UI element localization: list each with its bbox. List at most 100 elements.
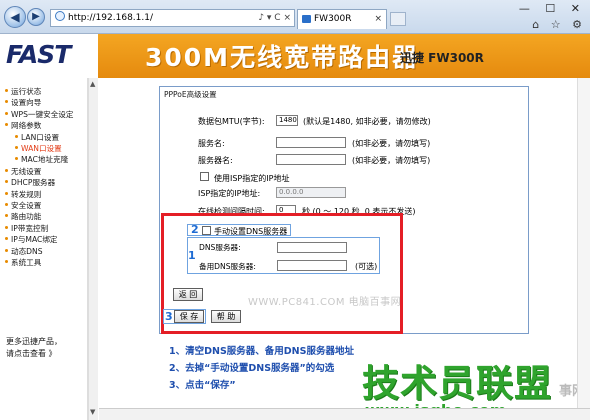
menu-list: 运行状态设置向导 WPS一键安全设定 网络参数 LAN口设置 WAN口设置 MAC地址克隆… xyxy=(0,78,87,269)
sidebar-menu: 运行状态设置向导 WPS一键安全设定 网络参数 LAN口设置 WAN口设置 MAC地址克隆… xyxy=(0,78,88,420)
mtu-input[interactable]: 1480 xyxy=(276,115,298,126)
alt-dns-input[interactable] xyxy=(277,260,347,271)
sidebar-item[interactable]: 路由功能 xyxy=(5,211,87,222)
address-tools-icons[interactable]: ♪ ▾ C × xyxy=(258,10,291,26)
bullet-icon xyxy=(15,157,18,161)
sidebar-scrollbar[interactable]: ▲ ▼ xyxy=(88,78,98,420)
fast-logo: FAST xyxy=(6,40,71,69)
sidebar-item[interactable]: 系统工具 xyxy=(5,257,87,268)
logo-area: FAST xyxy=(0,34,98,78)
more-line-1: 更多迅捷产品， xyxy=(6,337,62,346)
sidebar-item-label: 动态DNS xyxy=(11,246,43,256)
main-content: PPPoE高级设置 数据包MTU(字节): 1480 (默认是1480, 如非必… xyxy=(99,78,590,420)
tab-close-icon[interactable]: × xyxy=(374,10,382,28)
save-button[interactable]: 保 存 xyxy=(174,310,204,323)
sidebar-item-label: 无线设置 xyxy=(11,166,42,176)
bullet-icon xyxy=(5,203,8,207)
use-isp-ip-label: 使用ISP指定的IP地址 xyxy=(214,174,290,183)
bullet-icon xyxy=(15,134,18,138)
content-scrollbar[interactable] xyxy=(577,78,590,408)
browser-toolbar: ◀ ▶ http://192.168.1.1/ ♪ ▾ C × FW300R ×… xyxy=(0,0,590,34)
manual-dns-label: 手动设置DNS服务器 xyxy=(214,227,288,236)
sidebar-item-label: 网络参数 xyxy=(11,121,42,131)
bullet-icon xyxy=(5,89,8,92)
bullet-icon xyxy=(5,111,8,115)
new-tab-button[interactable] xyxy=(390,12,406,26)
panel-title: PPPoE高级设置 xyxy=(164,90,217,99)
bullet-icon xyxy=(15,146,18,150)
instruction-steps: 1、清空DNS服务器、备用DNS服务器地址 2、去掉“手动设置DNS服务器”的勾… xyxy=(169,343,354,394)
tab-favicon-icon xyxy=(302,15,311,23)
bullet-icon xyxy=(5,168,8,172)
address-bar[interactable]: http://192.168.1.1/ ♪ ▾ C × xyxy=(50,9,295,27)
sidebar-item[interactable]: WPS一键安全设定 xyxy=(5,109,87,120)
window-controls[interactable]: — ☐ ✕ xyxy=(519,2,586,15)
router-banner: FAST 300M无线宽带路由器 迅捷 FW300R xyxy=(0,34,590,78)
sidebar-item-label: LAN口设置 xyxy=(21,132,60,142)
sidebar-item[interactable]: 转发规则 xyxy=(5,189,87,200)
horizontal-scrollbar[interactable] xyxy=(99,408,590,420)
bullet-icon xyxy=(5,180,8,184)
sidebar-item[interactable]: 动态DNS xyxy=(5,246,87,257)
more-products-link[interactable]: 更多迅捷产品， 请点击查看 》 xyxy=(6,336,62,360)
bullet-icon xyxy=(5,100,8,104)
bullet-icon xyxy=(5,260,8,264)
mtu-hint: (默认是1480, 如非必要，请勿修改) xyxy=(303,117,431,126)
browser-tab[interactable]: FW300R × xyxy=(297,9,387,29)
sidebar-item-label: IP带宽控制 xyxy=(11,223,49,233)
help-button[interactable]: 帮 助 xyxy=(211,310,241,323)
step-2-text: 2、去掉“手动设置DNS服务器”的勾选 xyxy=(169,363,335,374)
sidebar-item-label: WAN口设置 xyxy=(21,144,62,154)
sidebar-item[interactable]: WAN口设置 xyxy=(5,143,87,154)
sidebar-item-label: DHCP服务器 xyxy=(11,178,56,188)
manual-dns-checkbox[interactable] xyxy=(202,226,211,235)
isp-ip-input[interactable]: 0.0.0.0 xyxy=(276,187,346,198)
sidebar-item-label: 转发规则 xyxy=(11,189,42,199)
use-isp-ip-checkbox[interactable] xyxy=(200,172,209,181)
service-name-hint: (如非必要，请勿填写) xyxy=(352,139,431,148)
sidebar-item-label: 路由功能 xyxy=(11,212,42,222)
jsgho-watermark: 技术员联盟 xyxy=(362,362,552,405)
bullet-icon xyxy=(5,214,8,218)
sidebar-item-label: IP与MAC绑定 xyxy=(11,235,58,245)
forward-button[interactable]: ▶ xyxy=(27,8,45,26)
step-badge-3: 3 xyxy=(165,310,173,323)
step-badge-2: 2 xyxy=(191,223,199,236)
dns-label: DNS服务器: xyxy=(199,243,241,252)
server-name-input[interactable] xyxy=(276,154,346,165)
sidebar-item[interactable]: 网络参数 xyxy=(5,120,87,131)
service-name-input[interactable] xyxy=(276,137,346,148)
sidebar-item[interactable]: DHCP服务器 xyxy=(5,177,87,188)
mtu-label: 数据包MTU(字节): xyxy=(198,117,265,126)
sidebar-item[interactable]: 运行状态 xyxy=(5,86,87,97)
service-name-label: 服务名: xyxy=(198,139,225,148)
bullet-icon xyxy=(5,225,8,229)
scroll-up-icon[interactable]: ▲ xyxy=(90,80,95,88)
sidebar-item-label: WPS一键安全设定 xyxy=(11,109,74,119)
step-badge-1: 1 xyxy=(188,249,196,262)
home-favorites-settings-icons[interactable]: ⌂ ☆ ⚙ xyxy=(532,18,586,31)
more-line-2: 请点击查看 》 xyxy=(6,349,57,358)
step-1-text: 1、清空DNS服务器、备用DNS服务器地址 xyxy=(169,346,354,357)
sidebar-item[interactable]: LAN口设置 xyxy=(5,132,87,143)
sidebar-item-label: 设置向导 xyxy=(11,98,42,108)
back-form-button[interactable]: 返 回 xyxy=(173,288,203,301)
url-text: http://192.168.1.1/ xyxy=(68,13,153,23)
server-name-label: 服务器名: xyxy=(198,156,233,165)
sidebar-item[interactable]: IP带宽控制 xyxy=(5,223,87,234)
sidebar-item[interactable]: 无线设置 xyxy=(5,166,87,177)
alt-dns-hint: (可选) xyxy=(355,262,378,271)
sidebar-item[interactable]: MAC地址克隆 xyxy=(5,154,87,165)
sidebar-item[interactable]: IP与MAC绑定 xyxy=(5,234,87,245)
scroll-down-icon[interactable]: ▼ xyxy=(90,408,95,416)
back-button[interactable]: ◀ xyxy=(4,6,26,28)
tab-title: FW300R xyxy=(314,14,352,24)
pc841-watermark: WWW.PC841.COM 电脑百事网 xyxy=(248,297,402,308)
dns-input[interactable] xyxy=(277,242,347,253)
sidebar-item[interactable]: 安全设置 xyxy=(5,200,87,211)
bullet-icon xyxy=(5,123,8,127)
sidebar-item[interactable]: 设置向导 xyxy=(5,97,87,108)
sidebar-item-label: 运行状态 xyxy=(11,87,42,96)
step-3-text: 3、点击“保存” xyxy=(169,380,236,391)
sidebar-item-label: 系统工具 xyxy=(11,258,42,268)
